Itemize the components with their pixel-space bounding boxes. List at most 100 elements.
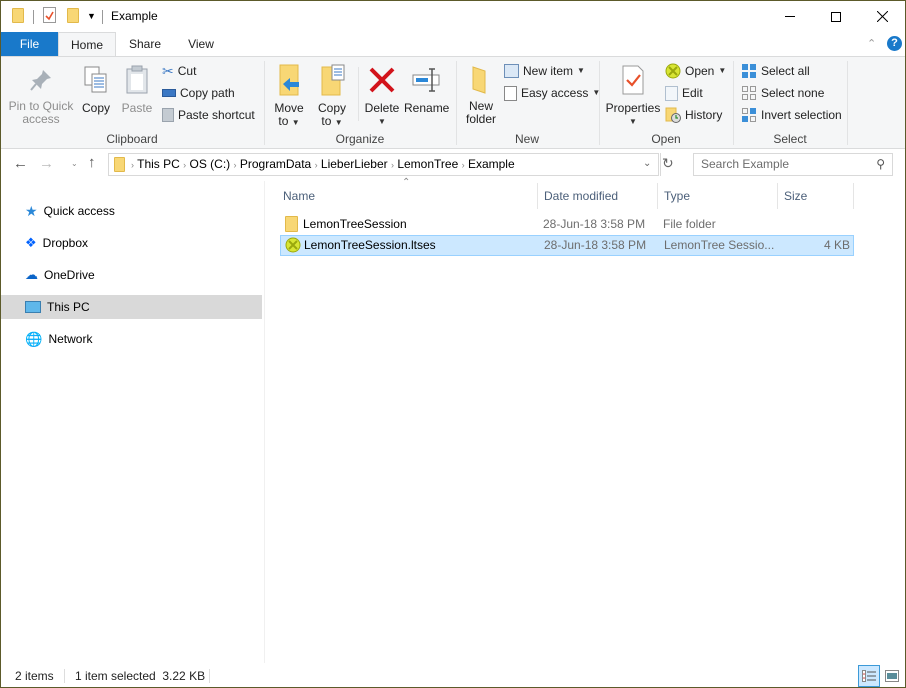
folder-icon (12, 8, 24, 23)
nav-item-label: Dropbox (42, 236, 89, 250)
refresh-icon[interactable]: ↻ (662, 155, 674, 172)
recent-dropdown-icon[interactable]: ⌄ (71, 159, 78, 168)
copy-button[interactable]: Copy (79, 65, 113, 115)
maximize-button[interactable] (813, 1, 859, 32)
maximize-icon (831, 11, 841, 22)
select-all-icon (742, 64, 756, 78)
divider (64, 669, 65, 683)
rename-label: Rename (404, 101, 450, 115)
nav-item-quick-access[interactable]: ★ Quick access (1, 199, 262, 223)
close-button[interactable] (859, 1, 905, 32)
column-divider[interactable] (657, 183, 658, 209)
new-folder-icon[interactable] (67, 8, 79, 23)
select-all-label: Select all (761, 64, 810, 78)
pin-to-quick-access-button[interactable]: Pin to Quick access (5, 67, 77, 126)
easy-access-button[interactable]: Easy access ▼ (504, 84, 600, 102)
forward-arrow-icon[interactable]: → (39, 155, 54, 172)
selection-info: 1 item selected 3.22 KB (75, 669, 206, 683)
edit-icon (665, 85, 678, 101)
column-header-size[interactable]: Size (784, 185, 807, 207)
search-icon[interactable]: ⚲ (876, 154, 885, 175)
large-icons-view-button[interactable] (881, 665, 903, 687)
move-to-label-line2: to (278, 114, 289, 128)
folder-icon (114, 157, 125, 172)
paste-shortcut-button[interactable]: Paste shortcut (162, 106, 255, 124)
up-arrow-icon[interactable]: ↑ (88, 154, 96, 171)
chevron-right-icon: › (131, 160, 134, 170)
column-header-name[interactable]: Name (283, 185, 315, 207)
new-item-button[interactable]: New item ▼ (504, 62, 585, 80)
select-none-button[interactable]: Select none (741, 84, 824, 102)
minimize-icon (785, 16, 795, 17)
file-name: LemonTreeSession (303, 217, 407, 231)
history-button[interactable]: History (665, 106, 722, 124)
column-divider[interactable] (853, 183, 854, 209)
easy-access-icon (504, 85, 517, 101)
nav-item-this-pc[interactable]: This PC (1, 295, 262, 319)
chevron-right-icon: › (233, 160, 237, 170)
breadcrumb-lemontree[interactable]: LemonTree (397, 157, 458, 171)
breadcrumb-lieberlieber[interactable]: LieberLieber (321, 157, 388, 171)
copy-to-button[interactable]: Copy to ▼ (314, 64, 350, 129)
chevron-right-icon: › (314, 160, 318, 170)
file-row[interactable]: LemonTreeSession 28-Jun-18 3:58 PM File … (280, 214, 854, 235)
nav-item-dropbox[interactable]: ❖ Dropbox (1, 231, 262, 255)
breadcrumb: › This PC › OS (C:) › ProgramData › Lieb… (131, 154, 515, 176)
paste-button[interactable]: Paste (119, 65, 155, 115)
delete-button[interactable]: Delete ▼ (363, 66, 401, 128)
folder-icon (285, 216, 298, 232)
chevron-up-icon[interactable]: ⌃ (867, 37, 876, 50)
column-divider[interactable] (537, 183, 538, 209)
copy-icon (84, 66, 107, 93)
tab-home[interactable]: Home (58, 32, 116, 57)
move-to-button[interactable]: Move to ▼ (271, 64, 307, 129)
search-input[interactable]: Search Example (701, 157, 789, 171)
copy-path-button[interactable]: Copy path (162, 84, 235, 102)
breadcrumb-programdata[interactable]: ProgramData (240, 157, 311, 171)
customize-dropdown-icon[interactable]: ▼ (87, 11, 96, 21)
column-divider[interactable] (777, 183, 778, 209)
new-folder-label-line2: folder (465, 112, 497, 126)
divider (209, 669, 210, 683)
properties-icon[interactable] (43, 7, 56, 23)
file-row-selected[interactable]: LemonTreeSession.ltses 28-Jun-18 3:58 PM… (280, 235, 854, 256)
properties-icon (622, 65, 644, 95)
breadcrumb-os-c[interactable]: OS (C:) (190, 157, 231, 171)
nav-item-onedrive[interactable]: ☁ OneDrive (1, 263, 262, 287)
column-header-date-modified[interactable]: Date modified (544, 185, 618, 207)
tab-share[interactable]: Share (121, 32, 169, 56)
breadcrumb-example[interactable]: Example (468, 157, 515, 171)
column-header-type[interactable]: Type (664, 185, 690, 207)
back-arrow-icon[interactable]: ← (13, 155, 28, 172)
rename-button[interactable]: Rename (404, 66, 450, 115)
new-folder-button[interactable]: New folder (462, 65, 500, 126)
tab-file[interactable]: File (1, 32, 58, 56)
help-icon[interactable]: ? (887, 36, 902, 51)
open-button[interactable]: Open ▼ (665, 62, 726, 80)
new-folder-icon (472, 66, 486, 94)
properties-button[interactable]: Properties ▼ (605, 65, 661, 128)
title-bar: ▼ Example (1, 1, 905, 32)
edit-button[interactable]: Edit (665, 84, 703, 102)
clipboard-group-label: Clipboard (106, 132, 158, 146)
new-group-label: New (514, 132, 539, 146)
select-all-button[interactable]: Select all (741, 62, 810, 80)
address-bar[interactable]: › This PC › OS (C:) › ProgramData › Lieb… (108, 153, 661, 176)
tab-view[interactable]: View (177, 32, 225, 56)
lemontree-open-icon (665, 63, 681, 79)
invert-selection-button[interactable]: Invert selection (741, 106, 842, 124)
minimize-button[interactable] (767, 1, 813, 32)
move-to-icon (279, 64, 299, 96)
new-item-icon (504, 64, 519, 78)
edit-label: Edit (682, 86, 703, 100)
details-view-button[interactable] (858, 665, 880, 687)
pane-splitter[interactable] (264, 181, 265, 663)
history-icon (665, 107, 681, 123)
search-box[interactable]: Search Example ⚲ (693, 153, 893, 176)
dropdown-caret-icon: ▼ (378, 117, 386, 126)
cut-button[interactable]: ✂ Cut (162, 62, 196, 80)
address-dropdown-icon[interactable]: ⌄ (643, 158, 651, 169)
pin-label-line2: access (22, 112, 60, 126)
breadcrumb-this-pc[interactable]: This PC (137, 157, 180, 171)
nav-item-network[interactable]: 🌐 Network (1, 327, 262, 351)
